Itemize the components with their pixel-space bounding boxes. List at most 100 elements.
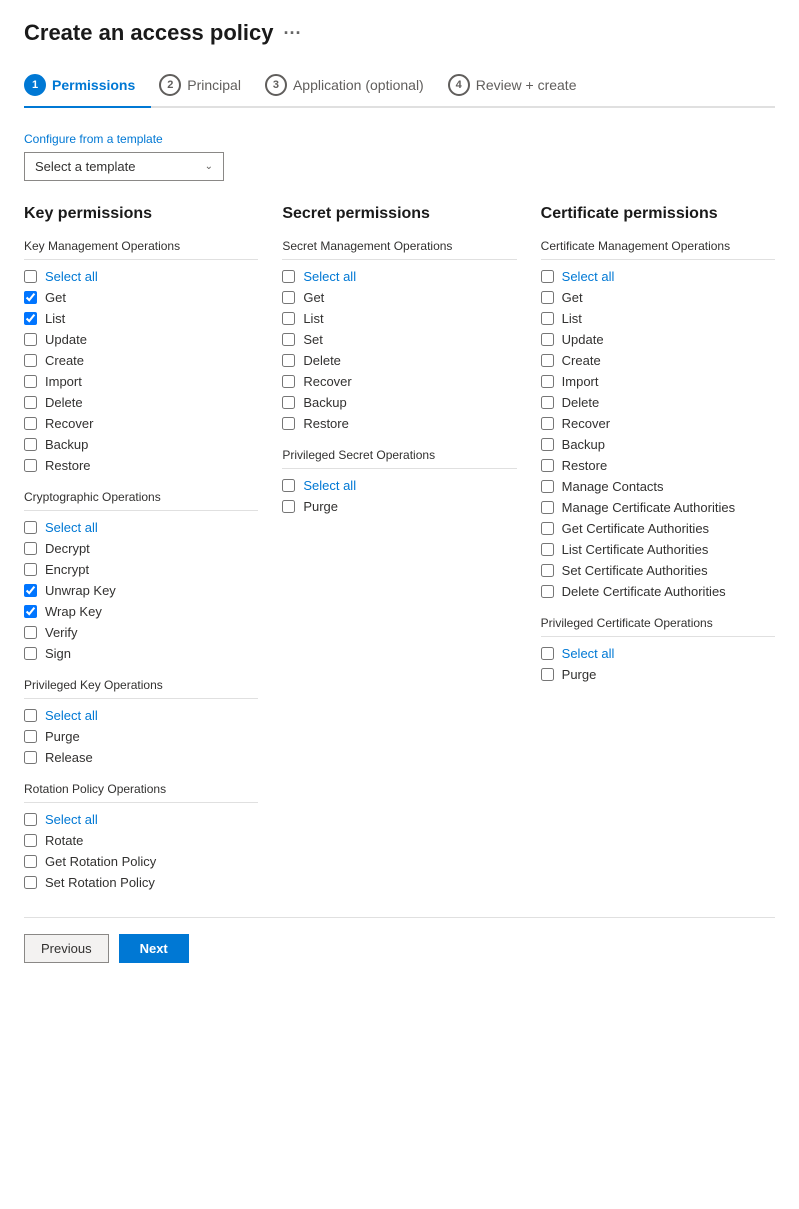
key-mgmt-create-checkbox[interactable] xyxy=(24,354,37,367)
crypto-selectall-label[interactable]: Select all xyxy=(45,520,98,535)
key-mgmt-backup-label[interactable]: Backup xyxy=(45,437,88,452)
key-mgmt-backup-checkbox[interactable] xyxy=(24,438,37,451)
cm-recover-checkbox[interactable] xyxy=(541,417,554,430)
cm-manage-ca-label[interactable]: Manage Certificate Authorities xyxy=(562,500,735,515)
cm-list-checkbox[interactable] xyxy=(541,312,554,325)
rot-get-checkbox[interactable] xyxy=(24,855,37,868)
sm-restore-checkbox[interactable] xyxy=(282,417,295,430)
cm-list-label[interactable]: List xyxy=(562,311,582,326)
key-mgmt-update-label[interactable]: Update xyxy=(45,332,87,347)
cm-delete-label[interactable]: Delete xyxy=(562,395,600,410)
cm-selectall-checkbox[interactable] xyxy=(541,270,554,283)
key-mgmt-recover-checkbox[interactable] xyxy=(24,417,37,430)
sm-backup-checkbox[interactable] xyxy=(282,396,295,409)
sm-recover-checkbox[interactable] xyxy=(282,375,295,388)
rot-selectall-checkbox[interactable] xyxy=(24,813,37,826)
cm-del-ca-label[interactable]: Delete Certificate Authorities xyxy=(562,584,726,599)
next-button[interactable]: Next xyxy=(119,934,189,963)
ps-selectall-label[interactable]: Select all xyxy=(303,478,356,493)
sm-list-checkbox[interactable] xyxy=(282,312,295,325)
crypto-verify-label[interactable]: Verify xyxy=(45,625,78,640)
key-mgmt-delete-label[interactable]: Delete xyxy=(45,395,83,410)
sm-list-label[interactable]: List xyxy=(303,311,323,326)
key-mgmt-delete-checkbox[interactable] xyxy=(24,396,37,409)
step-application[interactable]: 3 Application (optional) xyxy=(265,66,440,106)
cm-create-checkbox[interactable] xyxy=(541,354,554,367)
crypto-decrypt-label[interactable]: Decrypt xyxy=(45,541,90,556)
cm-restore-checkbox[interactable] xyxy=(541,459,554,472)
sm-delete-label[interactable]: Delete xyxy=(303,353,341,368)
cm-contacts-label[interactable]: Manage Contacts xyxy=(562,479,664,494)
pk-purge-checkbox[interactable] xyxy=(24,730,37,743)
cm-delete-checkbox[interactable] xyxy=(541,396,554,409)
sm-get-label[interactable]: Get xyxy=(303,290,324,305)
key-mgmt-recover-label[interactable]: Recover xyxy=(45,416,93,431)
crypto-unwrap-checkbox[interactable] xyxy=(24,584,37,597)
cm-backup-label[interactable]: Backup xyxy=(562,437,605,452)
cm-get-ca-checkbox[interactable] xyxy=(541,522,554,535)
rot-rotate-label[interactable]: Rotate xyxy=(45,833,83,848)
page-menu-dots[interactable]: ··· xyxy=(283,23,301,44)
cm-recover-label[interactable]: Recover xyxy=(562,416,610,431)
ps-purge-checkbox[interactable] xyxy=(282,500,295,513)
key-mgmt-list-checkbox[interactable] xyxy=(24,312,37,325)
pc-selectall-label[interactable]: Select all xyxy=(562,646,615,661)
crypto-wrap-label[interactable]: Wrap Key xyxy=(45,604,102,619)
ps-selectall-checkbox[interactable] xyxy=(282,479,295,492)
key-mgmt-list-label[interactable]: List xyxy=(45,311,65,326)
cm-create-label[interactable]: Create xyxy=(562,353,601,368)
key-mgmt-create-label[interactable]: Create xyxy=(45,353,84,368)
cm-list-ca-checkbox[interactable] xyxy=(541,543,554,556)
crypto-unwrap-label[interactable]: Unwrap Key xyxy=(45,583,116,598)
cm-set-ca-label[interactable]: Set Certificate Authorities xyxy=(562,563,708,578)
key-mgmt-import-checkbox[interactable] xyxy=(24,375,37,388)
key-mgmt-update-checkbox[interactable] xyxy=(24,333,37,346)
crypto-sign-checkbox[interactable] xyxy=(24,647,37,660)
pc-purge-checkbox[interactable] xyxy=(541,668,554,681)
rot-rotate-checkbox[interactable] xyxy=(24,834,37,847)
rot-set-label[interactable]: Set Rotation Policy xyxy=(45,875,155,890)
sm-get-checkbox[interactable] xyxy=(282,291,295,304)
cm-manage-ca-checkbox[interactable] xyxy=(541,501,554,514)
sm-recover-label[interactable]: Recover xyxy=(303,374,351,389)
previous-button[interactable]: Previous xyxy=(24,934,109,963)
pk-release-label[interactable]: Release xyxy=(45,750,93,765)
pk-release-checkbox[interactable] xyxy=(24,751,37,764)
pk-purge-label[interactable]: Purge xyxy=(45,729,80,744)
rot-set-checkbox[interactable] xyxy=(24,876,37,889)
template-dropdown[interactable]: Select a template ⌄ xyxy=(24,152,224,181)
rot-get-label[interactable]: Get Rotation Policy xyxy=(45,854,156,869)
rot-selectall-label[interactable]: Select all xyxy=(45,812,98,827)
crypto-verify-checkbox[interactable] xyxy=(24,626,37,639)
step-permissions[interactable]: 1 Permissions xyxy=(24,66,151,108)
pk-selectall-checkbox[interactable] xyxy=(24,709,37,722)
crypto-selectall-checkbox[interactable] xyxy=(24,521,37,534)
pc-purge-label[interactable]: Purge xyxy=(562,667,597,682)
key-mgmt-import-label[interactable]: Import xyxy=(45,374,82,389)
key-mgmt-restore-label[interactable]: Restore xyxy=(45,458,91,473)
step-review[interactable]: 4 Review + create xyxy=(448,66,593,106)
cm-get-ca-label[interactable]: Get Certificate Authorities xyxy=(562,521,709,536)
cm-list-ca-label[interactable]: List Certificate Authorities xyxy=(562,542,709,557)
pk-selectall-label[interactable]: Select all xyxy=(45,708,98,723)
sm-selectall-checkbox[interactable] xyxy=(282,270,295,283)
sm-restore-label[interactable]: Restore xyxy=(303,416,349,431)
cm-update-checkbox[interactable] xyxy=(541,333,554,346)
key-mgmt-get-checkbox[interactable] xyxy=(24,291,37,304)
ps-purge-label[interactable]: Purge xyxy=(303,499,338,514)
cm-import-checkbox[interactable] xyxy=(541,375,554,388)
crypto-wrap-checkbox[interactable] xyxy=(24,605,37,618)
cm-get-checkbox[interactable] xyxy=(541,291,554,304)
crypto-encrypt-label[interactable]: Encrypt xyxy=(45,562,89,577)
cm-update-label[interactable]: Update xyxy=(562,332,604,347)
sm-set-checkbox[interactable] xyxy=(282,333,295,346)
cm-backup-checkbox[interactable] xyxy=(541,438,554,451)
cm-contacts-checkbox[interactable] xyxy=(541,480,554,493)
key-mgmt-get-label[interactable]: Get xyxy=(45,290,66,305)
cm-get-label[interactable]: Get xyxy=(562,290,583,305)
cm-selectall-label[interactable]: Select all xyxy=(562,269,615,284)
key-mgmt-selectall-label[interactable]: Select all xyxy=(45,269,98,284)
crypto-decrypt-checkbox[interactable] xyxy=(24,542,37,555)
pc-selectall-checkbox[interactable] xyxy=(541,647,554,660)
key-mgmt-restore-checkbox[interactable] xyxy=(24,459,37,472)
